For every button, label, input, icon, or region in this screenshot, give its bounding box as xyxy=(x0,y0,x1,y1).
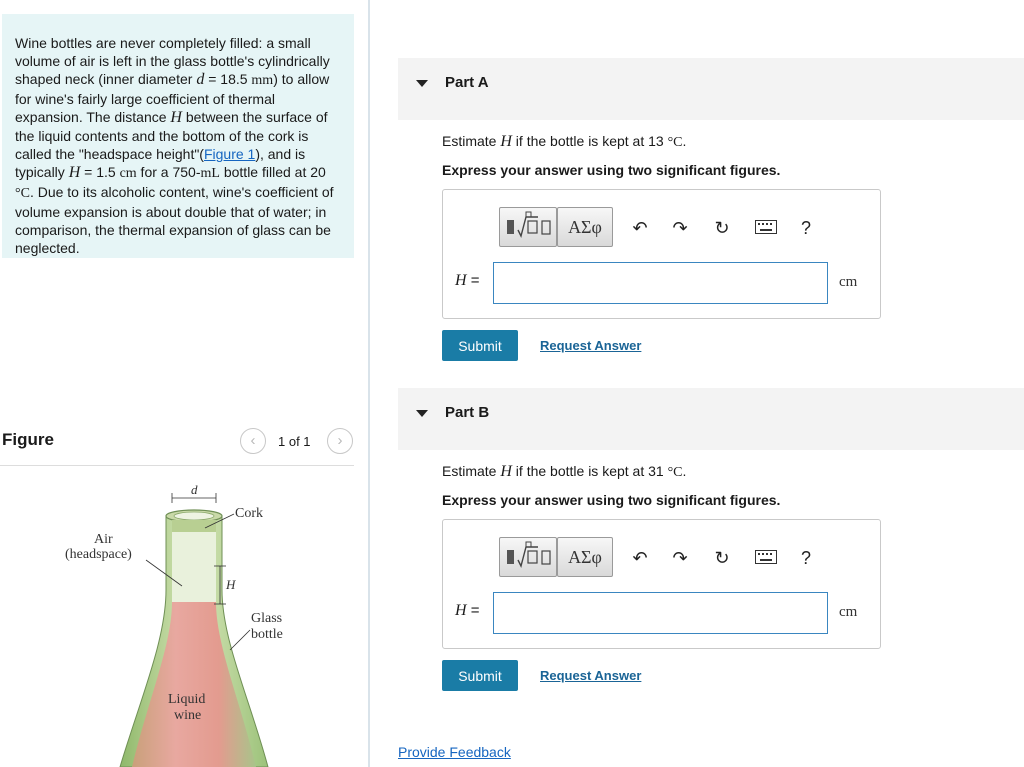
part-b-instruction: Express your answer using two significan… xyxy=(442,492,781,508)
chevron-left-icon[interactable]: ‹ xyxy=(240,428,266,454)
redo-icon[interactable]: ↷ xyxy=(669,547,691,569)
headspace-shape xyxy=(172,532,216,602)
part-a-request-answer-link[interactable]: Request Answer xyxy=(540,338,641,353)
part-b-submit-button[interactable]: Submit xyxy=(442,660,518,691)
figure-pager-count: 1 of 1 xyxy=(278,434,311,449)
part-b-title: Part B xyxy=(445,404,490,421)
templates-icon[interactable] xyxy=(499,207,557,247)
label-cork: Cork xyxy=(235,506,263,521)
part-a-submit-button[interactable]: Submit xyxy=(442,330,518,361)
part-a-title: Part A xyxy=(445,74,489,91)
label-wine: wine xyxy=(174,708,201,723)
label-d: d xyxy=(191,482,198,497)
problem-statement: Wine bottles are never completely filled… xyxy=(2,14,354,258)
equals-sign: = xyxy=(466,272,480,289)
greek-symbols-button[interactable]: ΑΣφ xyxy=(557,537,613,577)
wine-bottle-figure: d Cork Air (headspace) H Glass bottle Li… xyxy=(65,482,283,767)
label-air: Air xyxy=(94,532,113,547)
part-b-answer-input[interactable] xyxy=(493,592,828,634)
part-b-header[interactable]: Part B xyxy=(398,388,1024,450)
label-H: H xyxy=(225,577,236,592)
var-H: H xyxy=(500,133,512,150)
answer-label: H = xyxy=(455,272,480,290)
var-H: H xyxy=(500,463,512,480)
keyboard-glyph xyxy=(755,220,777,234)
problem-text: bottle filled at 20 xyxy=(219,164,326,180)
question-text: . xyxy=(682,463,687,479)
question-text: . xyxy=(682,133,687,149)
answer-label: H = xyxy=(455,602,480,620)
var-H: H xyxy=(170,109,182,126)
undo-icon[interactable]: ↶ xyxy=(629,547,651,569)
var-H: H xyxy=(455,602,467,619)
var-H: H xyxy=(455,272,467,289)
help-icon[interactable]: ? xyxy=(795,547,817,569)
part-b-request-answer-link[interactable]: Request Answer xyxy=(540,668,641,683)
keyboard-icon[interactable] xyxy=(753,547,779,569)
question-text: Estimate xyxy=(442,463,501,479)
equals-sign: = xyxy=(466,602,480,619)
unit-degC: °C xyxy=(15,186,30,201)
reset-icon[interactable]: ↻ xyxy=(711,547,733,569)
part-b-unit: cm xyxy=(839,604,858,620)
problem-text: . Due to its alcoholic content, wine's c… xyxy=(15,184,334,256)
redo-icon[interactable]: ↷ xyxy=(669,217,691,239)
label-glass: Glass xyxy=(251,611,282,626)
keyboard-icon[interactable] xyxy=(753,217,779,239)
problem-text: = 18.5 xyxy=(204,71,252,87)
undo-icon[interactable]: ↶ xyxy=(629,217,651,239)
label-bottle: bottle xyxy=(251,627,283,642)
keyboard-glyph xyxy=(755,550,777,564)
part-a-answer-input[interactable] xyxy=(493,262,828,304)
column-divider xyxy=(368,0,370,767)
chevron-right-icon[interactable]: › xyxy=(327,428,353,454)
part-a-answer-box: ΑΣφ ↶ ↷ ↻ ? H = cm xyxy=(442,189,881,319)
templates-glyph xyxy=(507,211,551,238)
unit-mm: mm xyxy=(251,73,274,88)
part-b-answer-box: ΑΣφ ↶ ↷ ↻ ? H = cm xyxy=(442,519,881,649)
part-a-question: Estimate H if the bottle is kept at 13 °… xyxy=(442,133,686,151)
problem-text: = 1.5 xyxy=(80,164,120,180)
caret-down-icon[interactable] xyxy=(416,80,428,87)
unit-mL: mL xyxy=(200,166,220,181)
left-panel: Wine bottles are never completely filled… xyxy=(0,0,368,767)
label-headspace: (headspace) xyxy=(65,547,132,562)
part-a-unit: cm xyxy=(839,274,858,290)
figure-header: Figure ‹ 1 of 1 › xyxy=(0,424,354,466)
templates-icon[interactable] xyxy=(499,537,557,577)
reset-icon[interactable]: ↻ xyxy=(711,217,733,239)
part-a-instruction: Express your answer using two significan… xyxy=(442,162,781,178)
figure-title: Figure xyxy=(2,430,54,449)
question-text: Estimate xyxy=(442,133,501,149)
unit-degC: °C xyxy=(667,465,683,480)
unit-degC: °C xyxy=(667,135,683,150)
templates-glyph xyxy=(507,541,551,568)
label-liquid: Liquid xyxy=(168,692,205,707)
provide-feedback-link[interactable]: Provide Feedback xyxy=(398,744,511,760)
caret-down-icon[interactable] xyxy=(416,410,428,417)
problem-text: for a 750- xyxy=(136,164,201,180)
part-b-question: Estimate H if the bottle is kept at 31 °… xyxy=(442,463,686,481)
unit-cm: cm xyxy=(119,166,137,181)
greek-symbols-button[interactable]: ΑΣφ xyxy=(557,207,613,247)
var-H: H xyxy=(68,164,81,181)
figure-link[interactable]: Figure 1 xyxy=(204,146,255,162)
question-text: if the bottle is kept at 13 xyxy=(511,133,668,149)
help-icon[interactable]: ? xyxy=(795,217,817,239)
part-a-header[interactable]: Part A xyxy=(398,58,1024,120)
question-text: if the bottle is kept at 31 xyxy=(511,463,668,479)
